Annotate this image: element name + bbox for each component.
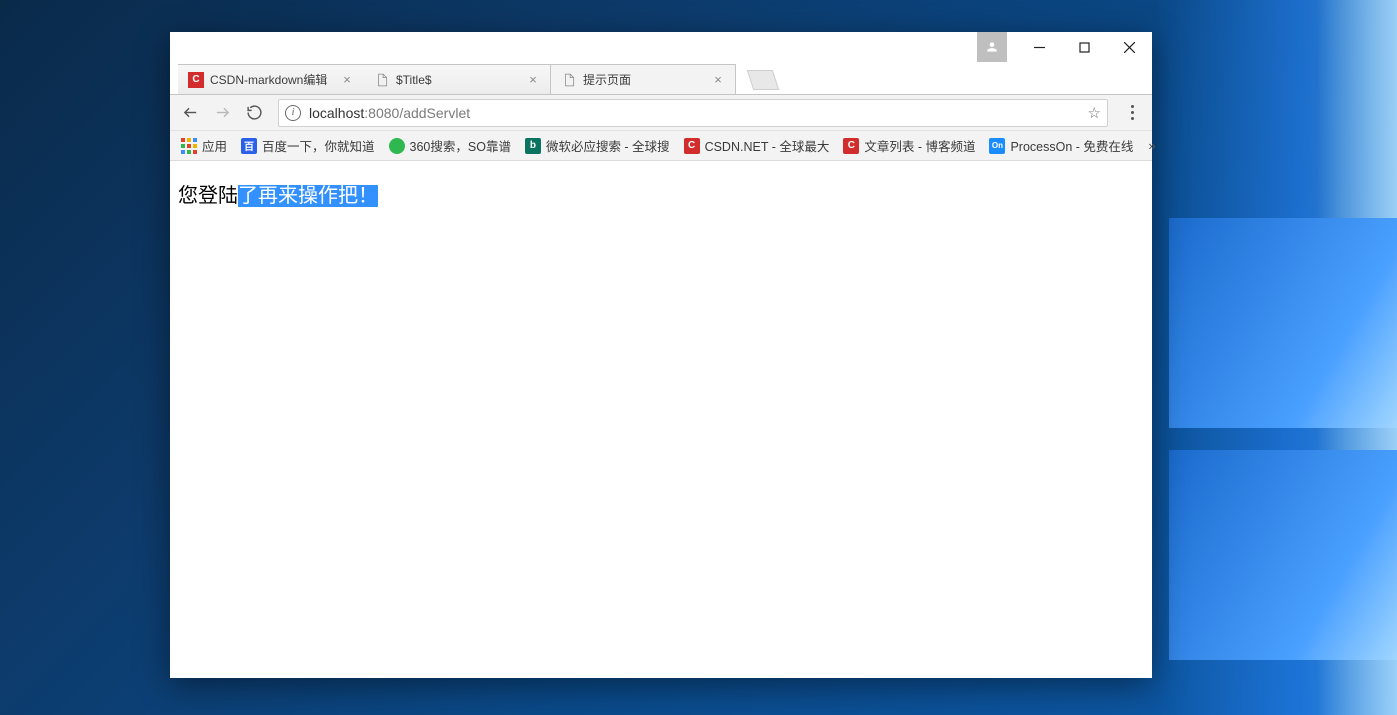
reload-button[interactable] — [240, 99, 268, 127]
baidu-icon: 百 — [241, 138, 257, 154]
site-info-icon[interactable]: i — [285, 105, 301, 121]
back-button[interactable] — [176, 99, 204, 127]
desktop-tile — [1169, 450, 1397, 660]
bookmark-bing[interactable]: b 微软必应搜索 - 全球搜 — [520, 134, 675, 158]
new-tab-button[interactable] — [747, 70, 779, 90]
csdn-icon: C — [684, 138, 700, 154]
tab-csdn[interactable]: C CSDN-markdown编辑 × — [178, 64, 364, 94]
file-icon — [561, 72, 577, 88]
message-selected-text: 了再来操作把！ — [238, 185, 378, 207]
tab-title-placeholder[interactable]: $Title$ × — [364, 64, 550, 94]
minimize-button[interactable] — [1017, 32, 1062, 62]
360-icon — [389, 138, 405, 154]
close-button[interactable] — [1107, 32, 1152, 62]
tab-title: CSDN-markdown编辑 — [210, 71, 334, 88]
processon-icon: On — [989, 138, 1005, 154]
bookmark-label: ProcessOn - 免费在线 — [1010, 136, 1133, 155]
csdn-icon: C — [843, 138, 859, 154]
bing-icon: b — [525, 138, 541, 154]
message-text: 您登陆 — [178, 185, 238, 207]
address-bar[interactable]: i localhost:8080/addServlet ☆ — [278, 99, 1108, 127]
page-content: 您登陆了再来操作把！ — [170, 161, 1152, 678]
bookmark-label: 360搜索，SO靠谱 — [410, 136, 511, 155]
bookmark-processon[interactable]: On ProcessOn - 免费在线 — [984, 134, 1138, 158]
bookmark-label: CSDN.NET - 全球最大 — [705, 136, 830, 155]
browser-window: C CSDN-markdown编辑 × $Title$ × 提示页面 × — [170, 32, 1152, 678]
maximize-button[interactable] — [1062, 32, 1107, 62]
bookmark-label: 文章列表 - 博客频道 — [864, 136, 975, 155]
toolbar: i localhost:8080/addServlet ☆ — [170, 95, 1152, 131]
close-icon[interactable]: × — [526, 73, 540, 87]
bookmark-csdn[interactable]: C CSDN.NET - 全球最大 — [679, 134, 835, 158]
apps-shortcut[interactable]: 应用 — [176, 134, 232, 158]
window-controls — [170, 32, 1152, 62]
bookmark-star-icon[interactable]: ☆ — [1088, 104, 1101, 122]
forward-button[interactable] — [208, 99, 236, 127]
tab-title: $Title$ — [396, 73, 520, 87]
desktop-tile — [1169, 218, 1397, 428]
bookmark-label: 百度一下，你就知道 — [262, 136, 375, 155]
bookmark-blog[interactable]: C 文章列表 - 博客频道 — [838, 134, 980, 158]
menu-dots-icon — [1131, 105, 1134, 120]
menu-button[interactable] — [1118, 99, 1146, 127]
tab-strip: C CSDN-markdown编辑 × $Title$ × 提示页面 × — [170, 62, 1152, 94]
apps-icon — [181, 138, 197, 154]
bookmark-baidu[interactable]: 百 百度一下，你就知道 — [236, 134, 380, 158]
bookmarks-bar: 应用 百 百度一下，你就知道 360搜索，SO靠谱 b 微软必应搜索 - 全球搜… — [170, 131, 1152, 161]
apps-label: 应用 — [202, 136, 227, 155]
profile-badge[interactable] — [977, 32, 1007, 62]
csdn-icon: C — [188, 72, 204, 88]
bookmark-360[interactable]: 360搜索，SO靠谱 — [384, 134, 516, 158]
bookmark-label: 微软必应搜索 - 全球搜 — [546, 136, 670, 155]
file-icon — [374, 72, 390, 88]
close-icon[interactable]: × — [711, 73, 725, 87]
page-message: 您登陆了再来操作把！ — [178, 179, 1144, 208]
tab-active[interactable]: 提示页面 × — [550, 64, 736, 94]
close-icon[interactable]: × — [340, 73, 354, 87]
url-text: localhost:8080/addServlet — [309, 105, 1088, 121]
tab-title: 提示页面 — [583, 71, 705, 88]
bookmarks-overflow-button[interactable]: » — [1142, 138, 1161, 153]
